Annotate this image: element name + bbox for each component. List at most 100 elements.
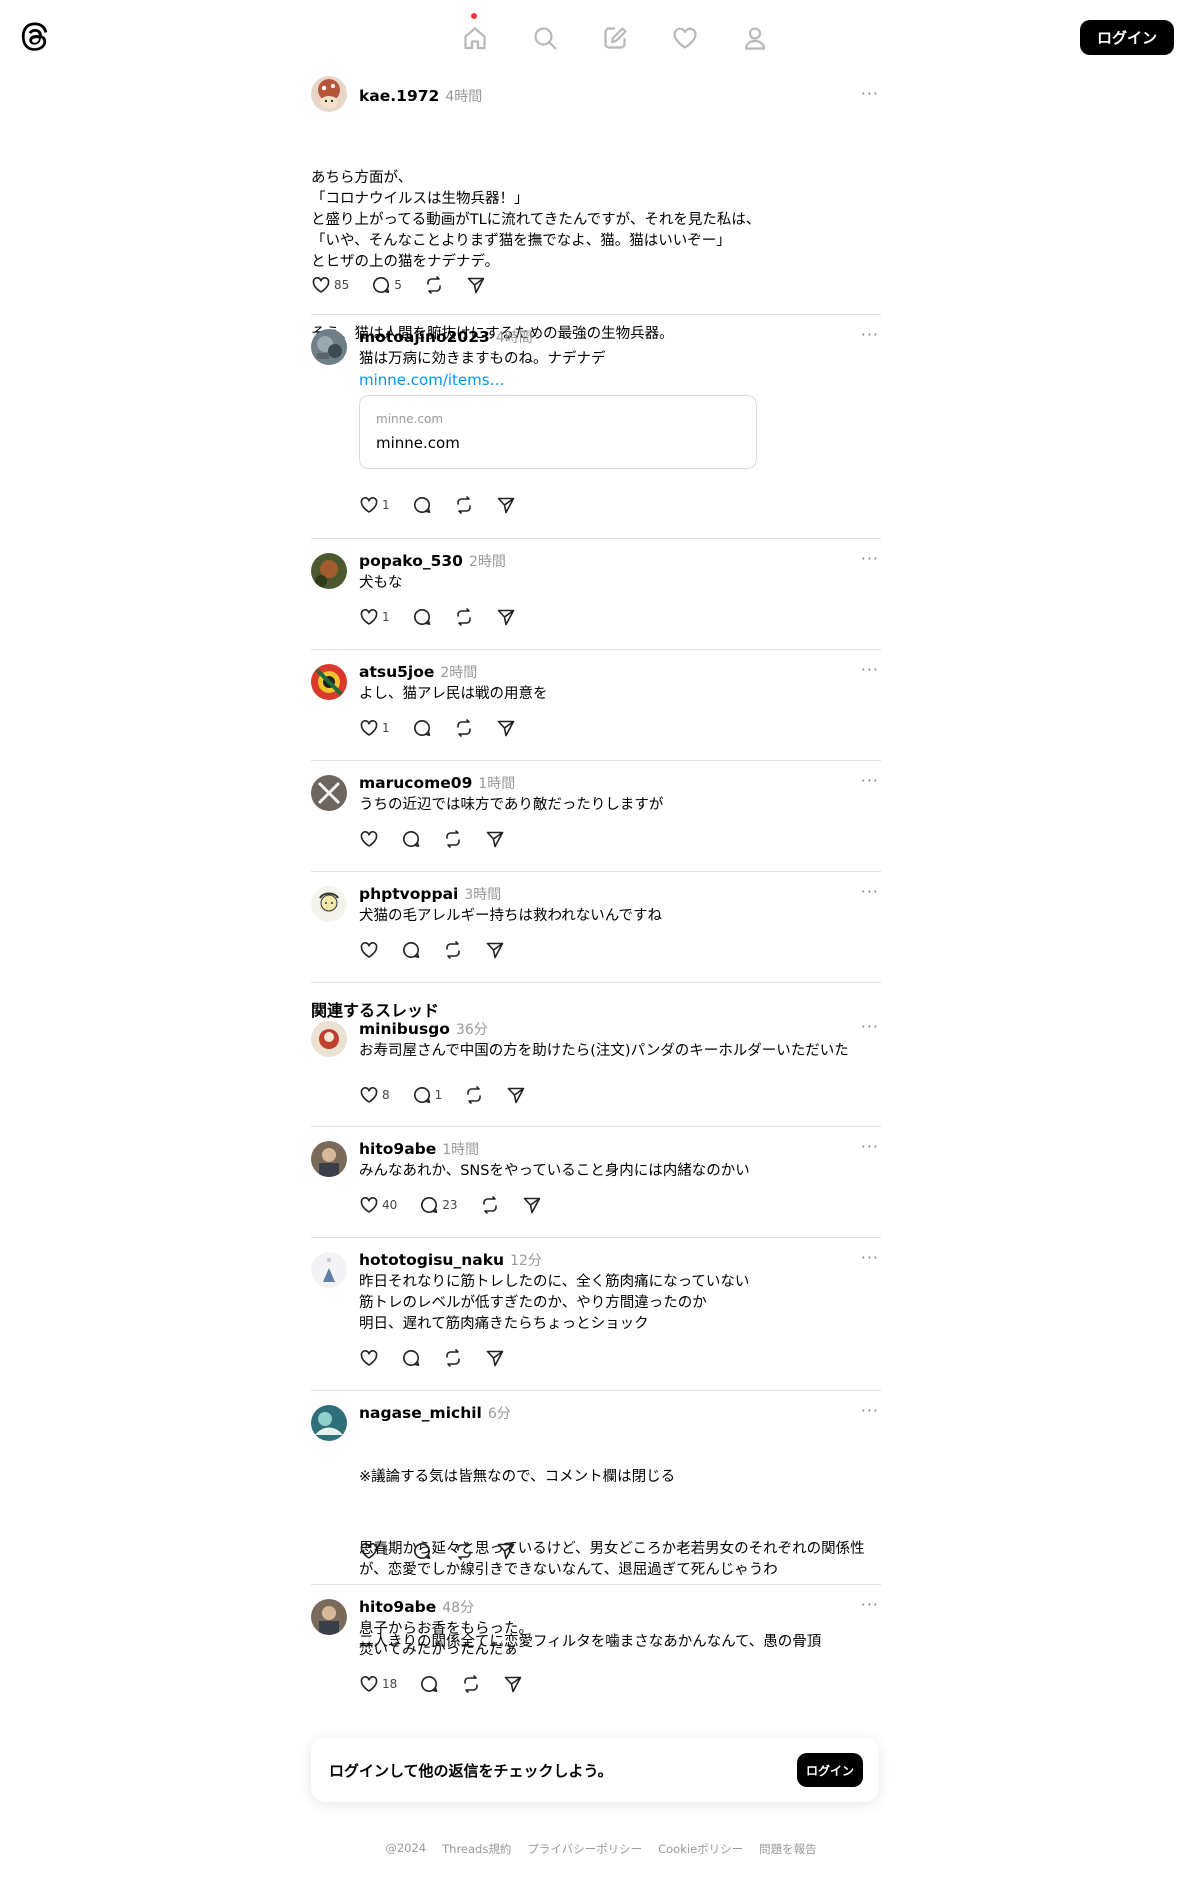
timestamp[interactable]: 48分: [442, 1597, 474, 1617]
like-button[interactable]: [359, 1346, 379, 1370]
nav-home[interactable]: [440, 13, 510, 56]
timestamp[interactable]: 6分: [488, 1403, 511, 1423]
avatar[interactable]: [311, 1405, 347, 1441]
avatar[interactable]: [311, 1599, 347, 1635]
avatar[interactable]: [311, 775, 347, 811]
share-button[interactable]: [485, 827, 505, 851]
more-options-icon[interactable]: ···: [861, 660, 879, 679]
nav-compose[interactable]: [580, 20, 650, 56]
more-options-icon[interactable]: ···: [861, 325, 879, 344]
repost-button[interactable]: [424, 273, 444, 297]
nav-activity[interactable]: [650, 20, 720, 56]
reply-button[interactable]: [412, 716, 432, 740]
username[interactable]: popako_530: [359, 552, 463, 570]
more-options-icon[interactable]: ···: [861, 1595, 879, 1614]
username[interactable]: motoajino2023: [359, 328, 490, 346]
share-button[interactable]: [485, 938, 505, 962]
username[interactable]: hito9abe: [359, 1140, 436, 1158]
like-button[interactable]: 1: [359, 605, 390, 629]
more-options-icon[interactable]: ···: [861, 1401, 879, 1420]
timestamp[interactable]: 1時間: [442, 1139, 479, 1159]
more-options-icon[interactable]: ···: [861, 1017, 879, 1036]
avatar[interactable]: [311, 1252, 347, 1288]
reply-button[interactable]: [412, 493, 432, 517]
like-button[interactable]: 40: [359, 1193, 397, 1217]
login-prompt-button[interactable]: ログイン: [797, 1753, 863, 1787]
like-button[interactable]: 8: [359, 1083, 390, 1107]
avatar[interactable]: [311, 1021, 347, 1057]
avatar[interactable]: [311, 1141, 347, 1177]
more-options-icon[interactable]: ···: [861, 1248, 879, 1267]
avatar[interactable]: [311, 553, 347, 589]
timestamp[interactable]: 12分: [510, 1250, 542, 1270]
username[interactable]: nagase_michil: [359, 1404, 482, 1422]
repost-button[interactable]: [454, 493, 474, 517]
reply-button[interactable]: [412, 1539, 432, 1563]
timestamp[interactable]: 1時間: [478, 773, 515, 793]
like-button[interactable]: 1: [359, 716, 390, 740]
like-button[interactable]: 1: [359, 1539, 390, 1563]
footer-link-terms[interactable]: Threads規約: [440, 1841, 511, 1857]
reply-button[interactable]: 1: [412, 1083, 442, 1107]
share-button[interactable]: [503, 1672, 523, 1696]
username[interactable]: atsu5joe: [359, 663, 434, 681]
repost-button[interactable]: [443, 1346, 463, 1370]
reply-button[interactable]: 5: [371, 273, 402, 297]
avatar[interactable]: [311, 886, 347, 922]
reply-button[interactable]: 23: [419, 1193, 458, 1217]
like-button[interactable]: 85: [311, 273, 349, 297]
timestamp[interactable]: 36分: [456, 1019, 488, 1039]
timestamp[interactable]: 4時間: [445, 86, 482, 106]
login-button[interactable]: ログイン: [1080, 20, 1174, 55]
username[interactable]: kae.1972: [359, 87, 439, 105]
username[interactable]: hito9abe: [359, 1598, 436, 1616]
avatar[interactable]: [311, 664, 347, 700]
share-button[interactable]: [485, 1346, 505, 1370]
like-button[interactable]: [359, 827, 379, 851]
repost-button[interactable]: [480, 1193, 500, 1217]
timestamp[interactable]: 2時間: [440, 662, 477, 682]
more-options-icon[interactable]: ···: [861, 1137, 879, 1156]
nav-profile[interactable]: [720, 20, 790, 56]
threads-logo-icon[interactable]: [20, 20, 50, 54]
username[interactable]: phptvoppai: [359, 885, 458, 903]
more-options-icon[interactable]: ···: [861, 771, 879, 790]
repost-button[interactable]: [443, 827, 463, 851]
reply-button[interactable]: [419, 1672, 439, 1696]
repost-button[interactable]: [464, 1083, 484, 1107]
nav-search[interactable]: [510, 20, 580, 56]
share-button[interactable]: [496, 1539, 516, 1563]
share-button[interactable]: [496, 605, 516, 629]
like-button[interactable]: [359, 938, 379, 962]
username[interactable]: minibusgo: [359, 1020, 450, 1038]
reply-button[interactable]: [412, 605, 432, 629]
share-button[interactable]: [496, 493, 516, 517]
repost-button[interactable]: [454, 716, 474, 740]
share-button[interactable]: [496, 716, 516, 740]
reply-button[interactable]: [401, 1346, 421, 1370]
more-options-icon[interactable]: ···: [861, 882, 879, 901]
timestamp[interactable]: 2時間: [469, 551, 506, 571]
share-button[interactable]: [522, 1193, 542, 1217]
timestamp[interactable]: 3時間: [464, 884, 501, 904]
post-link[interactable]: minne.com/items…: [359, 371, 505, 389]
timestamp[interactable]: 4時間: [496, 327, 533, 347]
repost-button[interactable]: [454, 1539, 474, 1563]
avatar[interactable]: [311, 329, 347, 365]
repost-button[interactable]: [454, 605, 474, 629]
username[interactable]: hototogisu_naku: [359, 1251, 504, 1269]
more-options-icon[interactable]: ···: [861, 549, 879, 568]
footer-link-cookies[interactable]: Cookieポリシー: [656, 1841, 743, 1857]
avatar[interactable]: [311, 76, 347, 112]
share-button[interactable]: [506, 1083, 526, 1107]
like-button[interactable]: 18: [359, 1672, 397, 1696]
username[interactable]: marucome09: [359, 774, 472, 792]
like-button[interactable]: 1: [359, 493, 390, 517]
repost-button[interactable]: [443, 938, 463, 962]
repost-button[interactable]: [461, 1672, 481, 1696]
more-options-icon[interactable]: ···: [861, 84, 879, 103]
reply-button[interactable]: [401, 827, 421, 851]
footer-link-privacy[interactable]: プライバシーポリシー: [525, 1841, 642, 1857]
share-button[interactable]: [466, 273, 486, 297]
reply-button[interactable]: [401, 938, 421, 962]
